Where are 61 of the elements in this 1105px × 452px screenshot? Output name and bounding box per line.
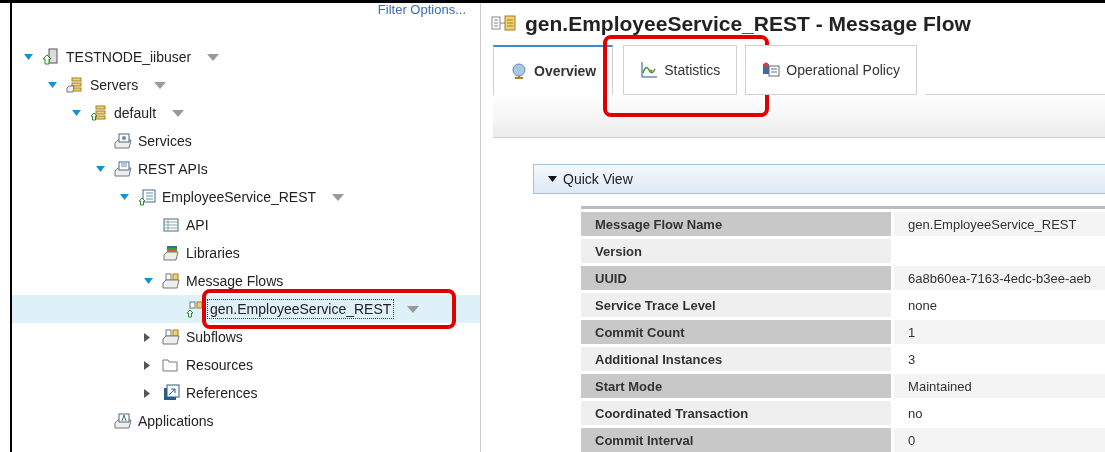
editor-tab[interactable]: Statistics [623, 45, 738, 95]
tree-item[interactable]: API [184, 216, 211, 234]
folder-stack-icon [66, 76, 84, 94]
property-value: 1 [908, 324, 916, 340]
folder-window-icon [114, 132, 132, 150]
property-value: 3 [908, 351, 916, 367]
quick-view-header[interactable]: Quick View [533, 164, 1105, 194]
folder-app-icon [114, 412, 132, 430]
tree-item[interactable]: EmployeeService_REST [160, 188, 319, 206]
dropdown-caret-icon[interactable] [407, 305, 420, 313]
editor-tab[interactable]: Overview [493, 45, 614, 95]
tree-item[interactable]: References [184, 384, 260, 402]
tree-item[interactable]: default [112, 104, 159, 122]
collapse-arrow-icon[interactable] [120, 194, 129, 200]
editor-tab[interactable]: Operational Policy [745, 45, 917, 95]
dropdown-caret-icon[interactable] [154, 81, 167, 89]
folder-icon [162, 356, 180, 374]
filter-options-link[interactable]: Filter Options... [377, 3, 466, 17]
policy-icon [762, 61, 781, 79]
tree-item[interactable]: Libraries [184, 244, 242, 262]
flow-icon [491, 15, 517, 33]
books-icon [162, 244, 180, 262]
property-value: 6a8b60ea-7163-4edc-b3ee-aeb [908, 270, 1091, 286]
property-value: no [908, 405, 923, 421]
tree-item[interactable]: Services [136, 132, 194, 150]
property-value: Maintained [908, 378, 972, 394]
collapse-arrow-icon [548, 176, 557, 182]
server-stack-icon [90, 104, 108, 122]
collapse-arrow-icon[interactable] [144, 278, 153, 284]
collapse-arrow-icon[interactable] [24, 54, 33, 60]
flow-icon [186, 300, 204, 318]
collapse-arrow-icon[interactable] [96, 166, 105, 172]
globe-icon [510, 62, 528, 80]
expand-arrow-icon[interactable] [144, 332, 150, 342]
api-window-icon [138, 188, 156, 206]
dropdown-caret-icon[interactable] [207, 53, 220, 61]
expand-arrow-icon[interactable] [144, 360, 150, 370]
tree-item[interactable]: Message Flows [184, 272, 286, 290]
line-chart-icon [640, 61, 659, 79]
expand-arrow-icon[interactable] [144, 388, 150, 398]
folder-window-icon [114, 160, 132, 178]
editor-title: gen.EmployeeService_REST - Message Flow [525, 12, 971, 36]
dropdown-caret-icon[interactable] [172, 109, 185, 117]
dropdown-caret-icon[interactable] [332, 193, 345, 201]
tree-item[interactable]: REST APIs [136, 160, 210, 178]
tree-item[interactable]: Applications [136, 412, 216, 430]
tree-item[interactable]: Servers [88, 76, 141, 94]
server-node-icon [42, 48, 60, 66]
tree-item[interactable]: gen.EmployeeService_REST [208, 300, 394, 318]
property-value: 0 [908, 432, 916, 448]
tree-item[interactable]: Resources [184, 356, 255, 374]
folder-flow-icon [162, 328, 180, 346]
tree-item[interactable]: Subflows [184, 328, 245, 346]
table-icon [162, 216, 180, 234]
folder-flow-icon [162, 272, 180, 290]
collapse-arrow-icon[interactable] [48, 82, 57, 88]
property-value: none [908, 297, 938, 313]
reference-icon [162, 384, 180, 402]
collapse-arrow-icon[interactable] [72, 110, 81, 116]
property-value: gen.EmployeeService_REST [908, 216, 1077, 232]
tree-item[interactable]: TESTNODE_iibuser [64, 48, 194, 66]
